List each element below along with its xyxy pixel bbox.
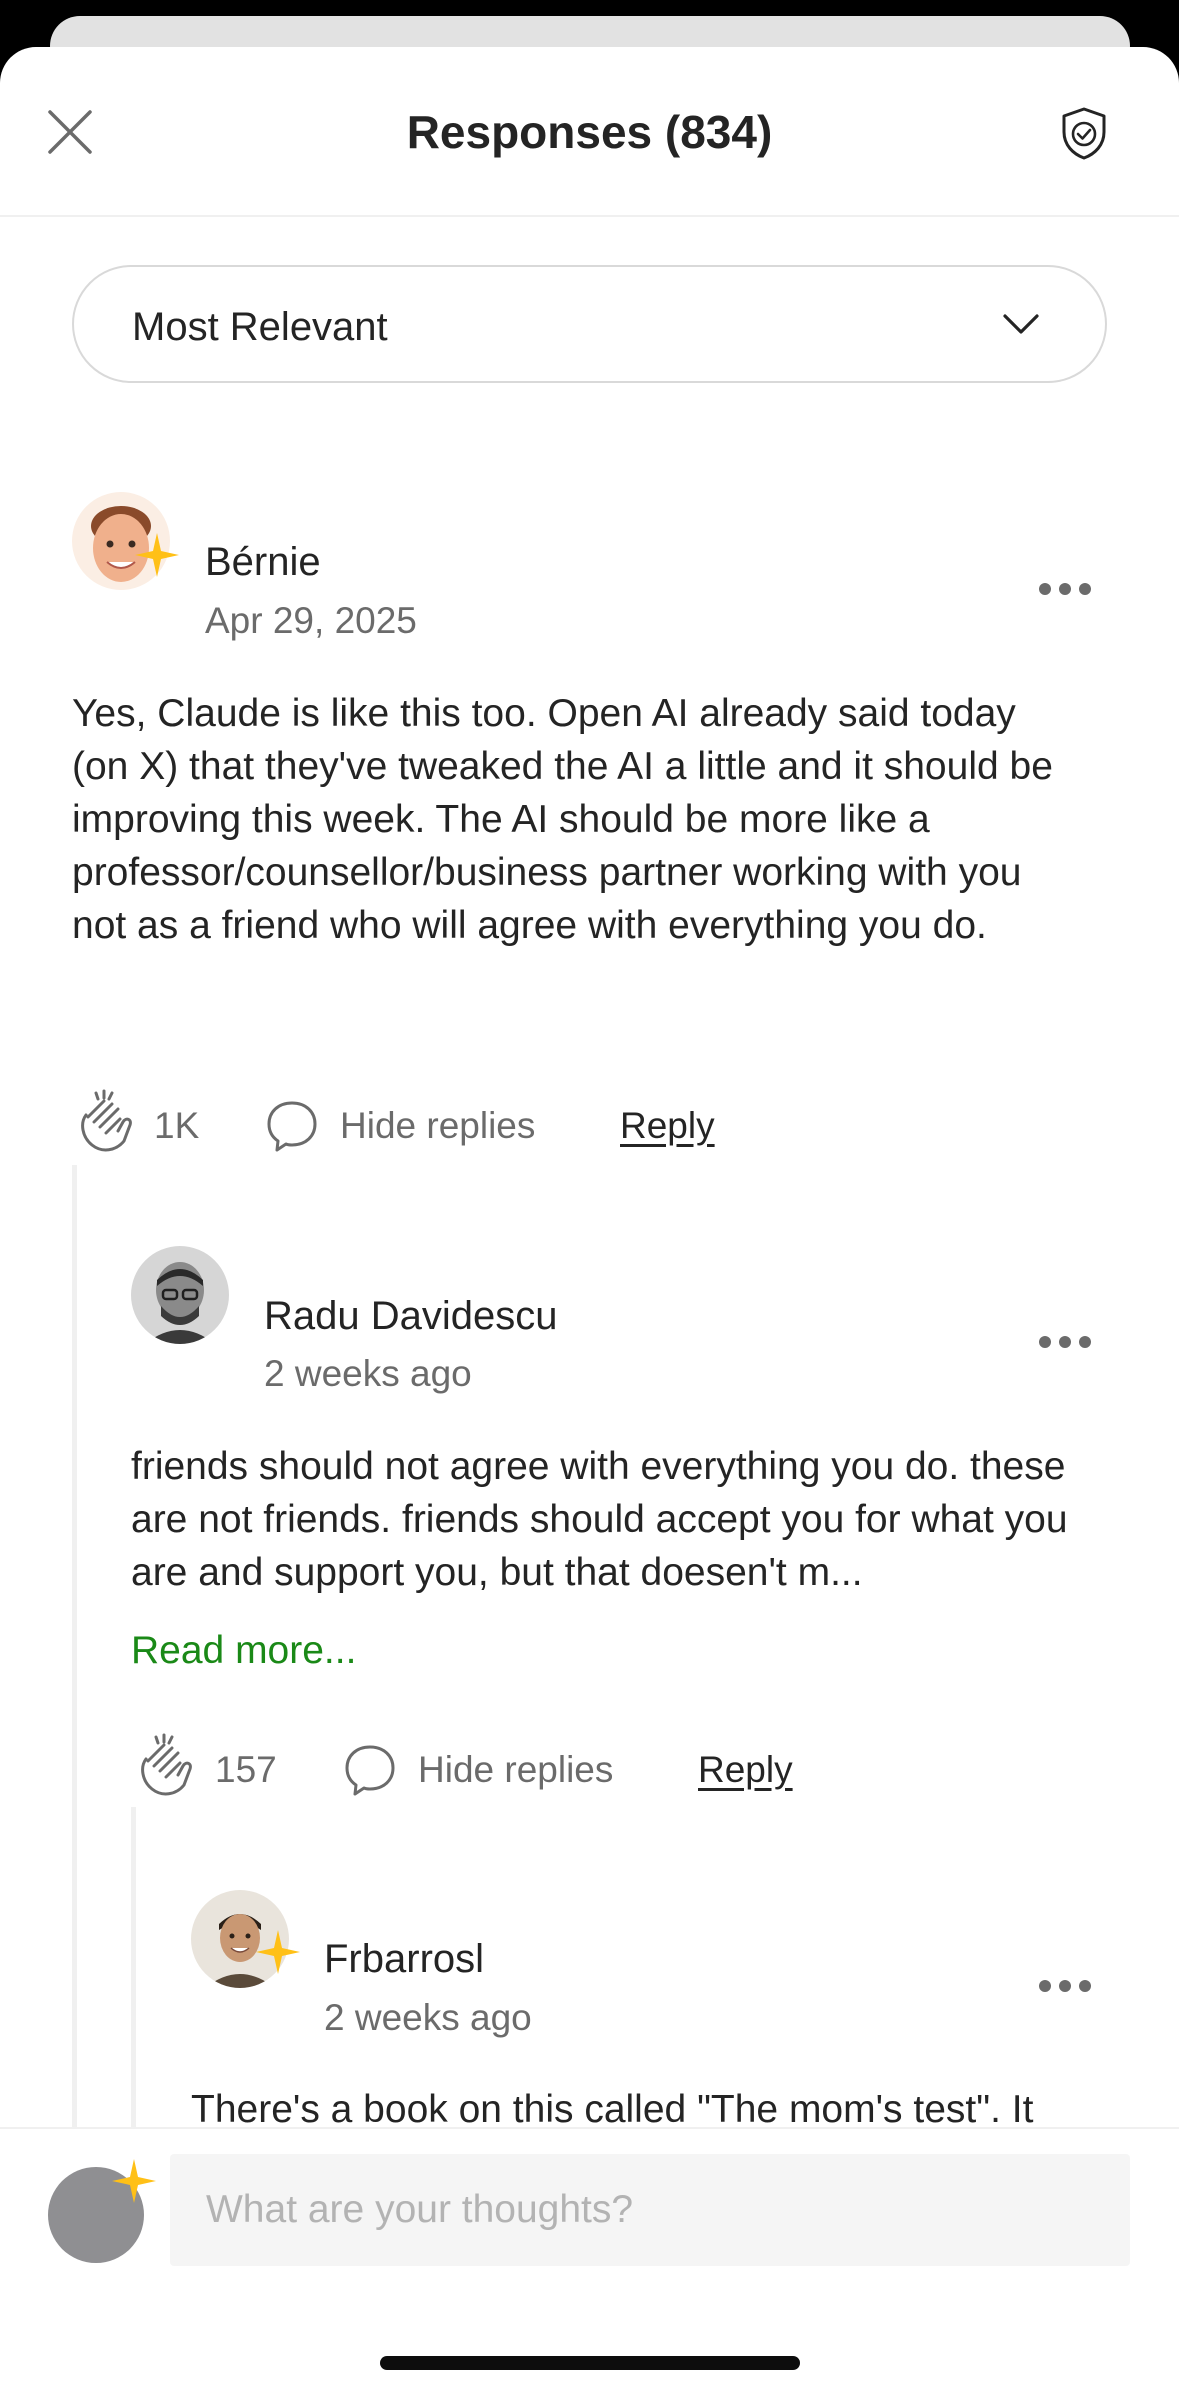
clap-count: 1K [154,1105,200,1146]
author-name[interactable]: Bérnie [205,540,321,585]
thread-line [131,1807,136,2167]
comment-body: friends should not agree with everything… [131,1445,1068,1594]
clap-icon[interactable] [134,1733,196,1799]
comment-bubble-icon[interactable] [343,1743,397,1797]
chevron-down-icon [1003,314,1039,334]
more-icon[interactable] [1037,1976,1093,1996]
more-icon[interactable] [1037,1332,1093,1352]
author-name[interactable]: Radu Davidescu [264,1294,558,1339]
response-input[interactable] [170,2154,1130,2266]
page-title: Responses (834) [406,106,773,158]
more-icon[interactable] [1037,579,1093,599]
member-star-icon [112,2159,156,2203]
shield-icon[interactable] [1058,105,1110,161]
clap-icon[interactable] [74,1089,136,1155]
comment-date: 2 weeks ago [264,1353,472,1394]
header: Responses (834) [0,47,1179,217]
comment-body: Yes, Claude is like this too. Open AI al… [72,692,1053,947]
avatar[interactable] [131,1246,229,1344]
member-star-icon [256,1930,300,1974]
hide-replies-link[interactable]: Hide replies [340,1105,535,1147]
reply-link[interactable]: Reply [698,1749,793,1791]
home-indicator [380,2356,800,2370]
avatar-image [131,1246,229,1344]
comment-date: Apr 29, 2025 [205,600,417,641]
reply-link[interactable]: Reply [620,1105,715,1147]
comment-bubble-icon[interactable] [265,1099,319,1153]
author-name[interactable]: Frbarrosl [324,1937,484,1982]
read-more-link[interactable]: Read more... [131,1629,356,1673]
hide-replies-link[interactable]: Hide replies [418,1749,613,1791]
responses-sheet: Responses (834) Most Relevant Bérnie Apr… [0,47,1179,2396]
clap-count: 157 [215,1749,277,1790]
comment-date: 2 weeks ago [324,1997,532,2038]
sort-label: Most Relevant [132,305,388,349]
sort-dropdown[interactable]: Most Relevant [72,265,1107,383]
member-star-icon [135,533,179,577]
thread-line [72,1165,77,2165]
